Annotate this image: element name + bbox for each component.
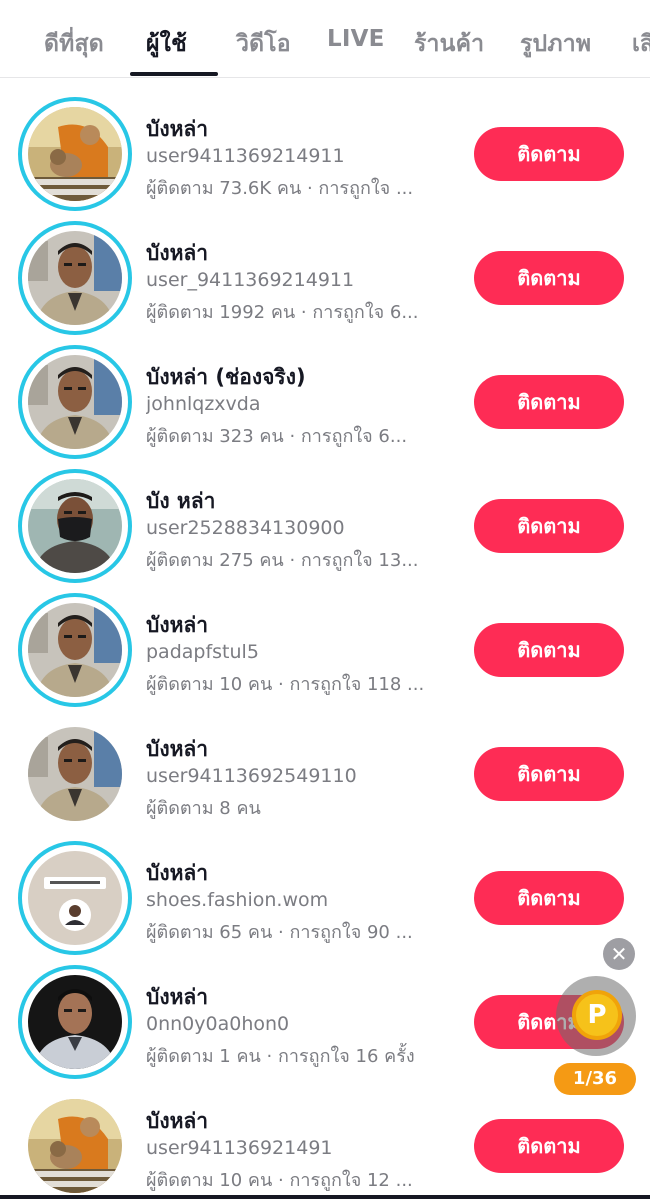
active-tab-indicator (130, 72, 218, 76)
follow-button[interactable]: ติดตาม (474, 251, 624, 305)
user-row[interactable]: บังหล่า 0nn0y0a0hon0 ผู้ติดตาม 1 คน · กา… (0, 947, 650, 1079)
avatar[interactable] (28, 727, 122, 821)
man-dark-bg-icon (28, 975, 122, 1069)
user-stats: ผู้ติดตาม 65 คน · การถูกใจ 90 ... (146, 922, 413, 943)
user-row[interactable]: บังหล่า user94113692549110 ผู้ติดตาม 8 ค… (0, 699, 650, 831)
user-name: บังหล่า (146, 861, 209, 885)
user-row[interactable]: บังหล่า user_9411369214911 ผู้ติดตาม 199… (0, 203, 650, 335)
avatar[interactable] (28, 603, 122, 697)
follow-button[interactable]: ติดตาม (474, 375, 624, 429)
avatar-ring (18, 593, 132, 707)
tab-bar: ดีที่สุด ผู้ใช้ วิดีโอ LIVE ร้านค้า รูปภ… (0, 0, 650, 78)
avatar-ring (18, 1089, 132, 1199)
user-name: บังหล่า (ช่องจริง) (146, 365, 306, 389)
avatar[interactable] (28, 975, 122, 1069)
avatar-ring (18, 965, 132, 1079)
user-handle: user9411369214911 (146, 145, 345, 167)
avatar[interactable] (28, 107, 122, 201)
close-icon[interactable]: ✕ (603, 938, 635, 970)
user-handle: user941136921491 (146, 1137, 333, 1159)
man-mask-icon (28, 479, 122, 573)
avatar-ring (18, 469, 132, 583)
avatar[interactable] (28, 231, 122, 325)
follow-button[interactable]: ติดตาม (474, 499, 624, 553)
coin-p-icon: P (572, 990, 622, 1040)
user-handle: 0nn0y0a0hon0 (146, 1013, 290, 1035)
user-name: บังหล่า (146, 1109, 209, 1133)
follow-button[interactable]: ติดตาม (474, 871, 624, 925)
avatar[interactable] (28, 355, 122, 449)
user-name: บังหล่า (146, 613, 209, 637)
user-stats: ผู้ติดตาม 1 คน · การถูกใจ 16 ครั้ง (146, 1046, 415, 1067)
follow-button[interactable]: ติดตาม (474, 1119, 624, 1173)
tab-best[interactable]: ดีที่สุด (44, 26, 104, 62)
user-row[interactable]: บังหล่า (ช่องจริง) johnlqzxvda ผู้ติดตาม… (0, 327, 650, 459)
user-row[interactable]: บังหล่า shoes.fashion.wom ผู้ติดตาม 65 ค… (0, 823, 650, 955)
user-name: บัง หล่า (146, 489, 216, 513)
avatar-ring (18, 345, 132, 459)
user-row[interactable]: บัง หล่า user2528834130900 ผู้ติดตาม 275… (0, 451, 650, 583)
user-handle: user2528834130900 (146, 517, 345, 539)
user-handle: johnlqzxvda (146, 393, 261, 415)
reward-widget[interactable]: P (556, 976, 636, 1056)
man-uniform-icon (28, 727, 122, 821)
user-name: บังหล่า (146, 117, 209, 141)
user-handle: user94113692549110 (146, 765, 357, 787)
tab-photos[interactable]: รูปภาพ (520, 26, 591, 62)
tab-live[interactable]: LIVE (327, 26, 385, 52)
user-handle: user_9411369214911 (146, 269, 355, 291)
tab-videos[interactable]: วิดีโอ (236, 26, 291, 62)
user-stats: ผู้ติดตาม 275 คน · การถูกใจ 13... (146, 550, 419, 571)
man-uniform-icon (28, 603, 122, 697)
follow-button[interactable]: ติดตาม (474, 127, 624, 181)
avatar-ring (18, 841, 132, 955)
user-row[interactable]: บังหล่า padapfstul5 ผู้ติดตาม 10 คน · กา… (0, 575, 650, 707)
user-stats: ผู้ติดตาม 10 คน · การถูกใจ 12 ... (146, 1170, 413, 1191)
monk-dog-icon (28, 1099, 122, 1193)
avatar-ring (18, 97, 132, 211)
user-row[interactable]: บังหล่า user9411369214911 ผู้ติดตาม 73.6… (0, 79, 650, 211)
tab-shop[interactable]: ร้านค้า (414, 26, 484, 62)
avatar[interactable] (28, 1099, 122, 1193)
user-name: บังหล่า (146, 241, 209, 265)
man-uniform-icon (28, 231, 122, 325)
photo-card-icon (28, 851, 122, 945)
user-name: บังหล่า (146, 985, 209, 1009)
avatar-ring (18, 221, 132, 335)
user-stats: ผู้ติดตาม 10 คน · การถูกใจ 118 ... (146, 674, 425, 695)
user-row[interactable]: บังหล่า user941136921491 ผู้ติดตาม 10 คน… (0, 1071, 650, 1199)
user-stats: ผู้ติดตาม 73.6K คน · การถูกใจ ... (146, 178, 414, 199)
user-handle: padapfstul5 (146, 641, 259, 663)
man-uniform-icon (28, 355, 122, 449)
user-stats: ผู้ติดตาม 1992 คน · การถูกใจ 6... (146, 302, 419, 323)
avatar-ring (18, 717, 132, 831)
monk-dog-icon (28, 107, 122, 201)
avatar[interactable] (28, 479, 122, 573)
tab-users[interactable]: ผู้ใช้ (146, 26, 187, 62)
user-handle: shoes.fashion.wom (146, 889, 329, 911)
bottom-divider (0, 1195, 650, 1199)
reward-counter: 1/36 (554, 1063, 636, 1095)
tab-sounds[interactable]: เสี (632, 26, 650, 62)
user-stats: ผู้ติดตาม 8 คน (146, 798, 261, 819)
follow-button[interactable]: ติดตาม (474, 623, 624, 677)
follow-button[interactable]: ติดตาม (474, 747, 624, 801)
avatar[interactable] (28, 851, 122, 945)
user-name: บังหล่า (146, 737, 209, 761)
user-stats: ผู้ติดตาม 323 คน · การถูกใจ 6... (146, 426, 408, 447)
